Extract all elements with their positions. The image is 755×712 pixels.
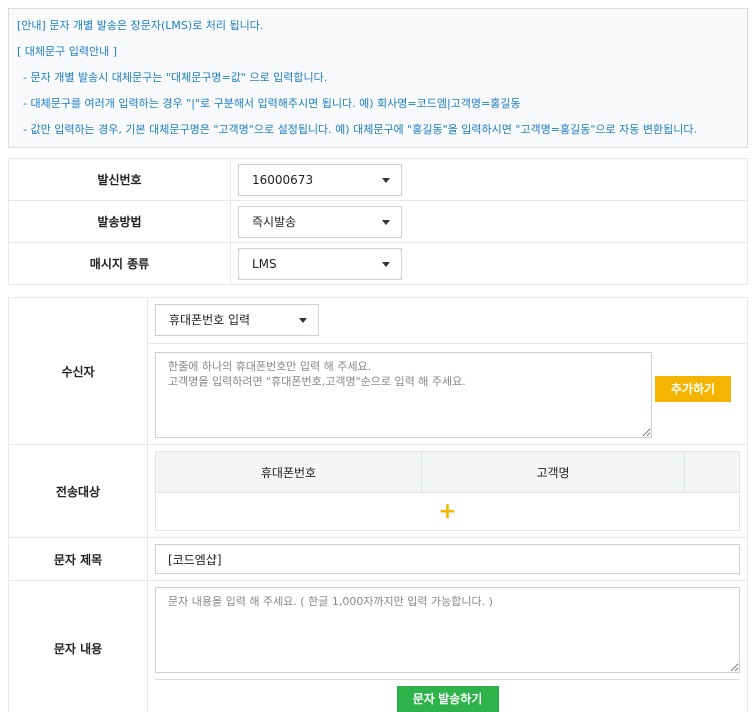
recipient-label: 수신자 bbox=[8, 297, 148, 445]
sender-number-select[interactable]: 16000673 bbox=[238, 163, 402, 196]
notice-line-multiple: - 대체문구를 여러개 입력하는 경우 "|"로 구분해서 입력해주시면 됩니다… bbox=[23, 97, 521, 110]
recipient-phone-textarea[interactable] bbox=[155, 352, 652, 438]
notice-line-format: - 문자 개별 발송시 대체문구는 "대체문구명=값" 으로 입력합니다. bbox=[23, 71, 328, 84]
col-action-header bbox=[684, 451, 740, 493]
message-form-table: 수신자 휴대폰번호 입력 추가하기 전송대상 휴대폰번호 고객명 + bbox=[8, 297, 748, 712]
content-label: 문자 내용 bbox=[8, 580, 148, 712]
send-method-select[interactable]: 즉시발송 bbox=[238, 205, 402, 238]
send-button-row: 문자 발송하기 bbox=[155, 686, 740, 712]
notice-box: [안내] 문자 개별 발송은 장문자(LMS)로 처리 됩니다. [ 대체문구 … bbox=[8, 8, 748, 148]
divider bbox=[155, 679, 740, 680]
divider bbox=[148, 343, 747, 344]
col-name-header: 고객명 bbox=[421, 451, 685, 493]
caret-down-icon bbox=[299, 318, 307, 323]
send-message-button[interactable]: 문자 발송하기 bbox=[396, 686, 499, 712]
send-settings-table: 발신번호 16000673 발송방법 즉시발송 매시지 종류 LMS bbox=[8, 158, 748, 285]
subject-label: 문자 제목 bbox=[8, 537, 148, 581]
notice-heading: [ 대체문구 입력안내 ] bbox=[17, 45, 118, 58]
sender-number-value: 16000673 bbox=[252, 172, 314, 187]
recipient-input-type-value: 휴대폰번호 입력 bbox=[169, 313, 251, 327]
send-targets-table: 휴대폰번호 고객명 + bbox=[155, 451, 740, 531]
add-recipient-button[interactable]: 추가하기 bbox=[655, 376, 731, 402]
recipient-input-type-select[interactable]: 휴대폰번호 입력 bbox=[155, 304, 319, 336]
col-phone-header: 휴대폰번호 bbox=[155, 451, 422, 493]
send-method-value: 즉시발송 bbox=[252, 214, 297, 229]
content-textarea[interactable] bbox=[155, 587, 740, 673]
caret-down-icon bbox=[382, 177, 390, 183]
message-type-value: LMS bbox=[252, 256, 277, 271]
notice-line-default: - 값만 입력하는 경우, 기본 대체문구명은 "고객명"으로 설정됩니다. 예… bbox=[23, 123, 697, 136]
send-method-label: 발송방법 bbox=[8, 200, 231, 243]
caret-down-icon bbox=[382, 219, 390, 225]
sender-number-label: 발신번호 bbox=[8, 158, 231, 201]
notice-line-lms: [안내] 문자 개별 발송은 장문자(LMS)로 처리 됩니다. bbox=[17, 19, 264, 32]
message-type-select[interactable]: LMS bbox=[238, 247, 402, 280]
send-targets-label: 전송대상 bbox=[8, 444, 148, 538]
plus-icon[interactable]: + bbox=[438, 499, 456, 524]
message-type-label: 매시지 종류 bbox=[8, 242, 231, 285]
subject-input[interactable] bbox=[155, 544, 740, 574]
add-row-cell: + bbox=[155, 492, 740, 531]
caret-down-icon bbox=[382, 261, 390, 267]
